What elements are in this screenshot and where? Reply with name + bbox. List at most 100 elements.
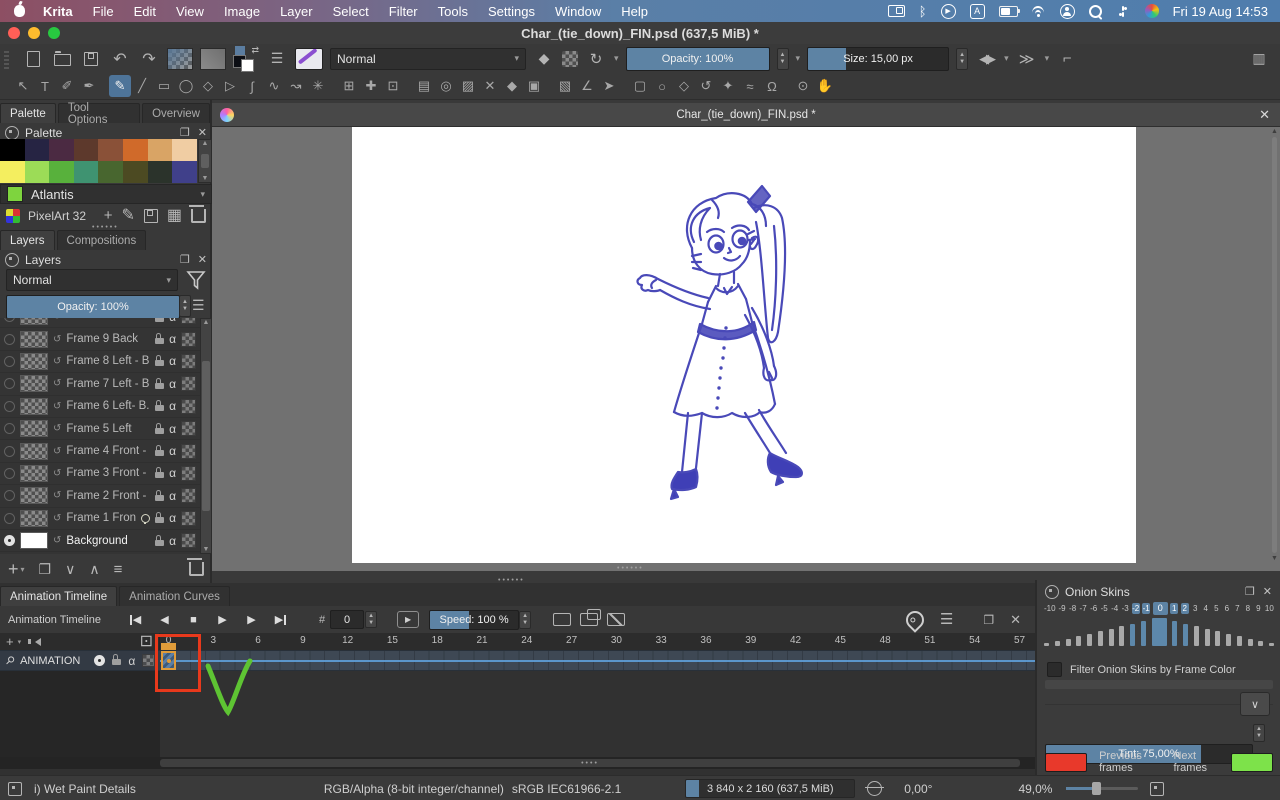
ruler-frame-51[interactable]: 51: [918, 635, 942, 646]
wifi-icon[interactable]: [1031, 5, 1046, 17]
tool-line-icon[interactable]: ╱: [131, 75, 153, 97]
palette-color-cell[interactable]: [172, 139, 197, 161]
onion-opacity-bars[interactable]: [1044, 616, 1274, 646]
tool-bezier-select-icon[interactable]: ≈: [739, 75, 761, 97]
tool-rectangle-icon[interactable]: ▭: [153, 75, 175, 97]
tool-bezier-curve-icon[interactable]: ∫: [241, 75, 263, 97]
tool-ellipse-select-icon[interactable]: ○: [651, 75, 673, 97]
tool-edit-shapes-icon[interactable]: ✐: [56, 75, 78, 97]
track-lock-icon[interactable]: [112, 653, 122, 665]
tool-gradient-icon[interactable]: ▤: [413, 75, 435, 97]
redo-icon[interactable]: ↷: [138, 48, 160, 70]
spotlight-icon[interactable]: [1088, 4, 1102, 18]
tool-text-icon[interactable]: T: [34, 75, 56, 97]
onion-offset--9[interactable]: -9: [1058, 603, 1066, 614]
onion-skin-toggle-icon[interactable]: [902, 606, 928, 633]
lock-icon[interactable]: [155, 534, 165, 546]
previous-frames-color-swatch[interactable]: [1045, 752, 1088, 772]
timeline-horizontal-scrollbar[interactable]: ••••: [0, 757, 1035, 769]
layer-blending-dropdown[interactable]: Normal ▾: [6, 269, 178, 291]
palette-color-cell[interactable]: [122, 161, 148, 183]
layer-row[interactable]: ↺ Frame 5 Left α: [0, 417, 200, 441]
tab-animation-curves[interactable]: Animation Curves: [119, 586, 230, 606]
canvas-area[interactable]: ▲ ▼ ••••••: [212, 127, 1280, 572]
onion-offset--5[interactable]: -5: [1100, 603, 1108, 614]
track-visibility-icon[interactable]: [94, 655, 106, 666]
selection-mode-icon[interactable]: [8, 781, 22, 796]
size-spinner[interactable]: ▲ ▼: [956, 47, 969, 70]
color-wheel-icon[interactable]: [1144, 4, 1159, 18]
menu-select[interactable]: Select: [323, 4, 379, 19]
menu-layer[interactable]: Layer: [270, 4, 323, 19]
onion-bar-1[interactable]: [1172, 621, 1178, 646]
inherit-alpha-icon[interactable]: [181, 510, 196, 526]
ruler-frame-36[interactable]: 36: [694, 635, 718, 646]
current-frame-spinbox[interactable]: 0: [330, 610, 365, 629]
scroll-up-icon[interactable]: ▲: [203, 319, 210, 326]
ruler-frame-9[interactable]: 9: [291, 635, 315, 646]
filter-layers-icon[interactable]: [186, 269, 206, 291]
inherit-alpha-icon[interactable]: [181, 465, 196, 481]
onion-bar-7[interactable]: [1236, 636, 1242, 646]
ruler-frame-33[interactable]: 33: [649, 635, 673, 646]
tool-dynamic-brush-icon[interactable]: ↝: [285, 75, 307, 97]
timeline-track-label[interactable]: ⚲ ANIMATION α: [0, 651, 160, 670]
inherit-alpha-icon[interactable]: [181, 443, 196, 459]
onion-bar-10[interactable]: [1269, 643, 1274, 646]
palette-scrollbar[interactable]: ▲ ▼: [198, 139, 212, 183]
tool-enclose-fill-icon[interactable]: ▣: [523, 75, 545, 97]
onion-bar--10[interactable]: [1044, 643, 1049, 646]
save-icon[interactable]: [80, 48, 102, 70]
inherit-alpha-icon[interactable]: [181, 353, 196, 369]
ruler-frame-42[interactable]: 42: [784, 635, 808, 646]
delete-palette-icon[interactable]: [189, 204, 206, 223]
inherit-alpha-icon[interactable]: [181, 421, 196, 437]
mirror-vertical-icon[interactable]: ≫: [1016, 48, 1038, 70]
lock-icon[interactable]: [155, 377, 165, 389]
lock-icon[interactable]: [155, 355, 165, 367]
ruler-frame-24[interactable]: 24: [515, 635, 539, 646]
onion-bar-6[interactable]: [1226, 634, 1231, 646]
ruler-frame-3[interactable]: 3: [201, 635, 225, 646]
canvas-vertical-scrollbar[interactable]: ▲ ▼: [1270, 128, 1279, 562]
layer-visibility-icon[interactable]: [4, 378, 15, 390]
tool-patch-icon[interactable]: ▨: [457, 75, 479, 97]
blending-mode-dropdown[interactable]: Normal ▾: [330, 47, 526, 70]
onion-offset-8[interactable]: 8: [1244, 603, 1252, 614]
onion-offset-0[interactable]: 0: [1152, 602, 1168, 615]
palette-color-cell[interactable]: [24, 161, 50, 183]
onion-offset-7[interactable]: 7: [1233, 603, 1241, 614]
ruler-frame-57[interactable]: 57: [1008, 635, 1032, 646]
alpha-lock-icon[interactable]: α: [169, 422, 176, 436]
add-layer-icon[interactable]: +: [8, 560, 19, 578]
float-docker-icon[interactable]: ❐: [1245, 585, 1255, 598]
tool-freehand-path-icon[interactable]: ∿: [263, 75, 285, 97]
layer-row[interactable]: ↺ Frame 8 Left - B... α: [0, 350, 200, 374]
collapse-section-button[interactable]: ∨: [1240, 692, 1270, 716]
onion-bar--4[interactable]: [1108, 629, 1114, 646]
mirror-horizontal-icon[interactable]: ◀▶: [975, 48, 997, 70]
palette-color-cell[interactable]: [122, 139, 148, 161]
float-docker-icon[interactable]: ❐: [983, 614, 994, 626]
chevron-down-icon[interactable]: ▾: [614, 53, 619, 64]
audio-options-icon[interactable]: [28, 637, 42, 646]
tool-calligraphy-icon[interactable]: ✒: [78, 75, 100, 97]
document-canvas[interactable]: [352, 127, 1136, 563]
layer-row[interactable]: ↺ Frame 2 Front - ... α: [0, 485, 200, 508]
toolbar-grip[interactable]: [4, 48, 9, 69]
tab-overview[interactable]: Overview: [142, 103, 210, 123]
layer-row[interactable]: ↺α: [0, 318, 200, 329]
ruler-frame-54[interactable]: 54: [963, 635, 987, 646]
user-icon[interactable]: [1059, 3, 1075, 19]
ruler-frame-30[interactable]: 30: [604, 635, 628, 646]
scroll-down-icon[interactable]: ▼: [1271, 555, 1278, 562]
tool-color-sampler-icon[interactable]: ◎: [435, 75, 457, 97]
layer-properties-icon[interactable]: ≡: [114, 562, 123, 577]
onion-bar-0[interactable]: [1151, 618, 1167, 646]
canvas-splitter-grip[interactable]: ••••••: [617, 565, 644, 572]
skip-to-end-button[interactable]: ▶: [268, 610, 293, 629]
filter-onion-checkbox[interactable]: [1047, 662, 1062, 677]
alpha-lock-icon[interactable]: α: [169, 318, 176, 324]
onion-offset--6[interactable]: -6: [1090, 603, 1098, 614]
apple-menu-icon[interactable]: [14, 5, 25, 17]
